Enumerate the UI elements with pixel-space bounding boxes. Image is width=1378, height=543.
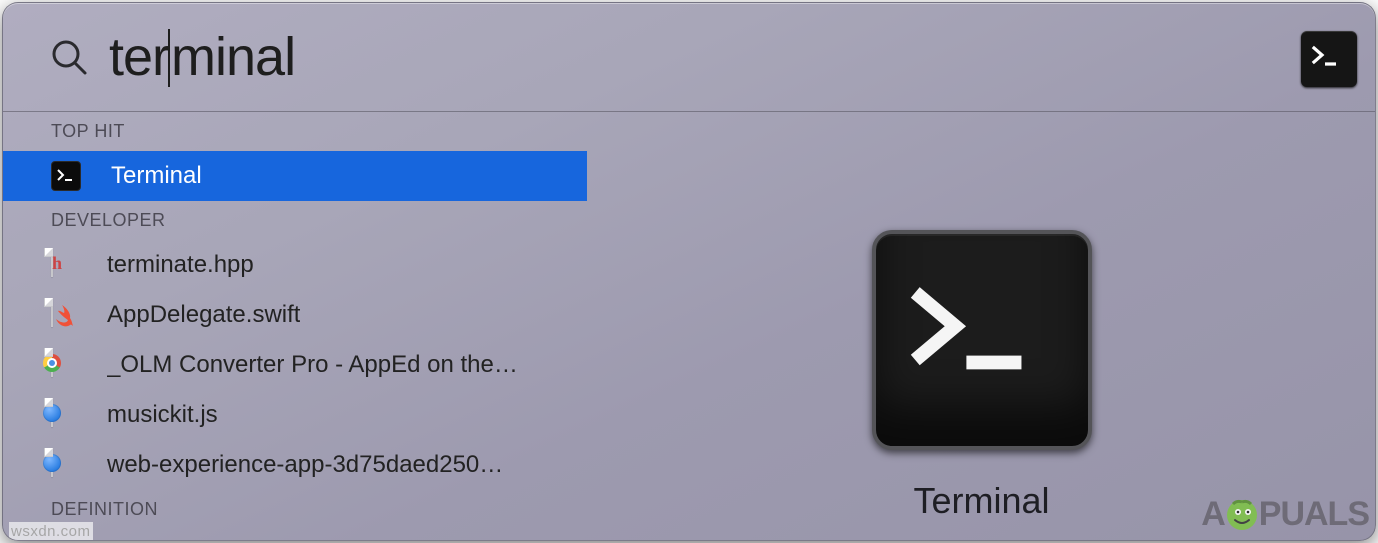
result-item-appdelegate-swift[interactable]: AppDelegate.swift <box>3 290 587 340</box>
js-file-icon <box>51 449 77 481</box>
watermark-appuals: A PUALS <box>1201 495 1369 534</box>
preview-app-icon <box>872 230 1092 450</box>
preview-pane: Terminal <box>588 112 1375 540</box>
spotlight-window: terminal TOP HIT Terminal DEVE <box>2 2 1376 541</box>
result-item-terminal[interactable]: Terminal <box>3 151 587 201</box>
result-label: terminate.hpp <box>107 251 254 279</box>
result-label: Terminal <box>111 162 202 190</box>
result-label: AppDelegate.swift <box>107 301 300 329</box>
result-item-olm-converter[interactable]: _OLM Converter Pro - AppEd on the… <box>3 340 587 390</box>
result-item-terminate-hpp[interactable]: h terminate.hpp <box>3 240 587 290</box>
section-header-top-hit: TOP HIT <box>3 112 587 151</box>
appuals-logo-icon <box>1225 498 1259 532</box>
result-label: web-experience-app-3d75daed250… <box>107 451 503 479</box>
header-file-icon: h <box>51 249 77 281</box>
preview-title: Terminal <box>913 480 1049 522</box>
result-item-musickit-js[interactable]: musickit.js <box>3 390 587 440</box>
results-pane: TOP HIT Terminal DEVELOPER h terminate.h… <box>3 112 588 540</box>
search-row: terminal <box>3 3 1375 111</box>
swift-file-icon <box>51 299 77 331</box>
search-icon <box>49 37 89 77</box>
section-header-developer: DEVELOPER <box>3 201 587 240</box>
chrome-file-icon <box>51 349 77 381</box>
watermark-source: wsxdn.com <box>9 522 93 541</box>
top-hit-mini-icon <box>1301 31 1357 87</box>
terminal-icon <box>51 161 81 191</box>
result-label: _OLM Converter Pro - AppEd on the… <box>107 351 518 379</box>
result-label: musickit.js <box>107 401 218 429</box>
js-file-icon <box>51 399 77 431</box>
result-item-web-experience-app[interactable]: web-experience-app-3d75daed250… <box>3 440 587 490</box>
search-input[interactable]: terminal <box>109 26 1357 88</box>
